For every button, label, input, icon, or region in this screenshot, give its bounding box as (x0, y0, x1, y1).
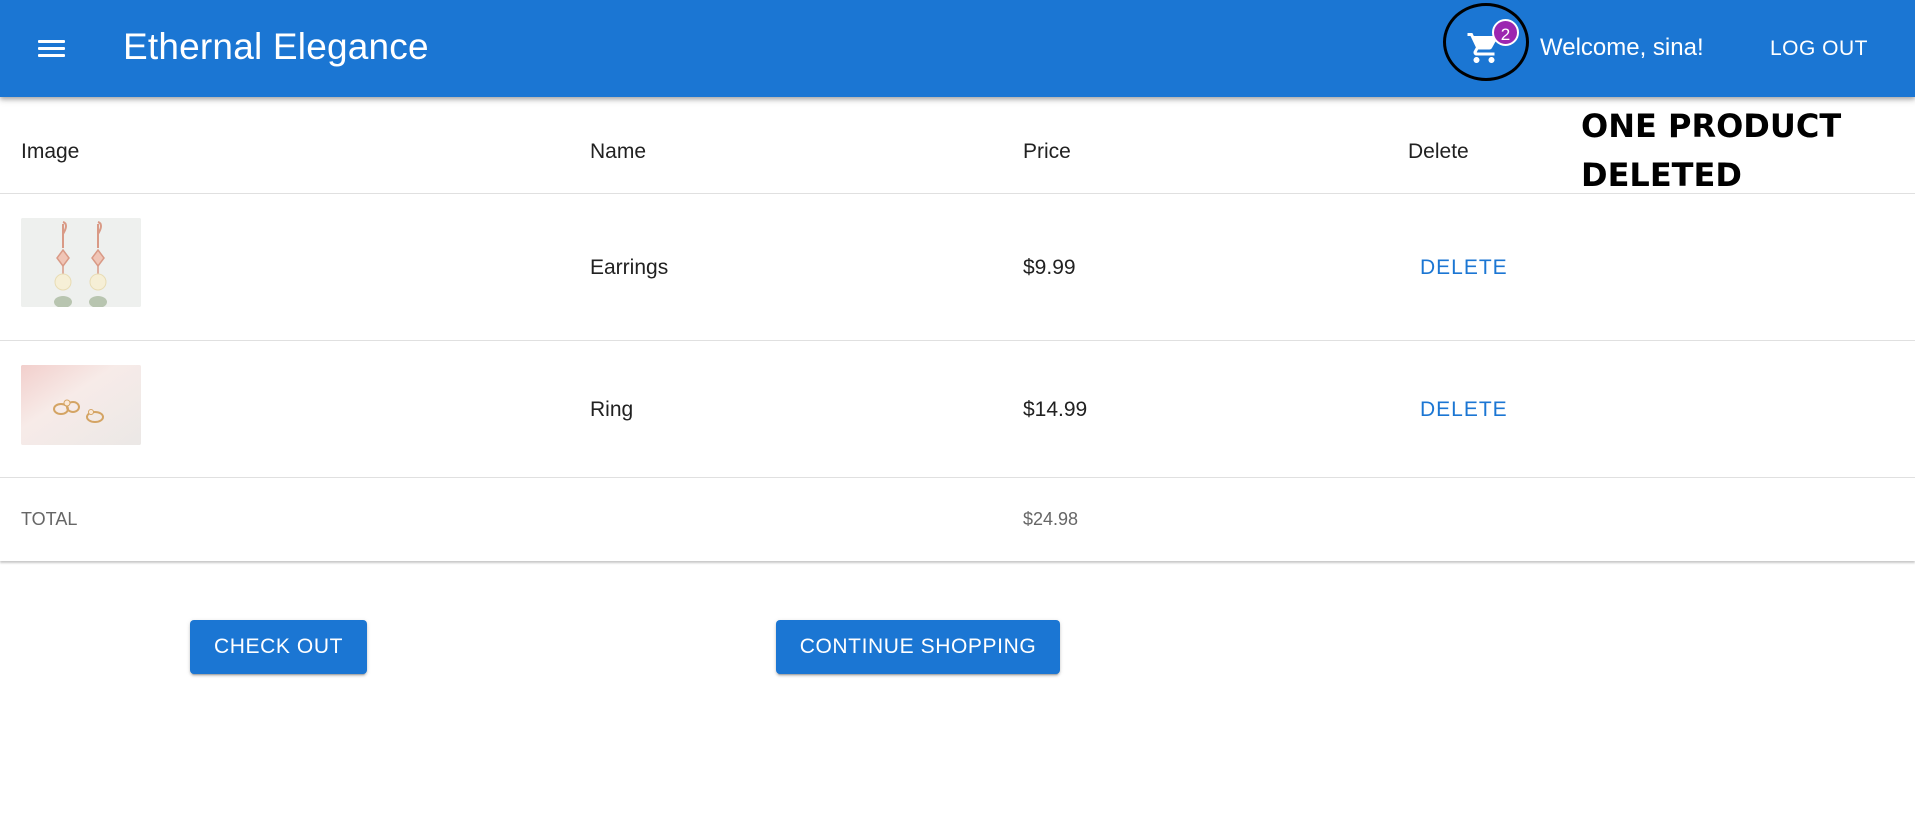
delete-button[interactable]: DELETE (1420, 256, 1508, 280)
continue-shopping-button[interactable]: CONTINUE SHOPPING (776, 620, 1060, 674)
welcome-text: Welcome, sina! (1540, 34, 1704, 61)
cart-count-badge: 2 (1492, 19, 1519, 46)
total-label: TOTAL (21, 509, 78, 529)
product-price: $14.99 (1023, 398, 1088, 421)
total-row (0, 479, 1915, 560)
cart-table (0, 97, 1915, 561)
checkout-button[interactable]: CHECK OUT (190, 620, 367, 674)
delete-button[interactable]: DELETE (1420, 398, 1508, 422)
product-name: Earrings (590, 256, 669, 279)
product-price: $9.99 (1023, 256, 1076, 279)
logout-button[interactable]: LOG OUT (1770, 37, 1868, 61)
total-value: $24.98 (1023, 509, 1079, 529)
earrings-image (21, 218, 141, 307)
menu-icon[interactable] (30, 32, 72, 66)
column-header-delete: Delete (1408, 140, 1469, 163)
column-header-price: Price (1023, 140, 1071, 163)
app-title: Ethernal Elegance (123, 26, 429, 67)
column-header-image: Image (21, 140, 80, 163)
app-bar: Ethernal Elegance 2 Welcome, sina! LOG O… (0, 0, 1915, 97)
table-row (0, 341, 1915, 478)
table-header-row (0, 97, 1915, 194)
product-name: Ring (590, 398, 634, 421)
table-row (0, 194, 1915, 341)
ring-image (21, 365, 141, 445)
column-header-name: Name (590, 140, 647, 163)
